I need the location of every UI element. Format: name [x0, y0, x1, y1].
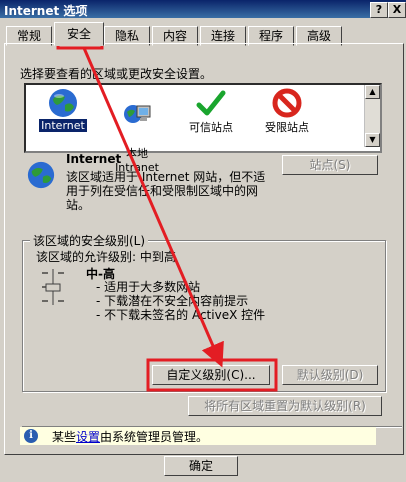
scroll-down-icon[interactable]: ▼ [365, 133, 380, 147]
zone-list: Internet 本地 Intranet 可信站点 受限站点 ▲ ▼ [24, 83, 382, 174]
zone-description: 该区域适用于 Internet 网站，但不适用于列在受信任和受限制区域中的网站。 [66, 170, 266, 212]
level-description: - 适用于大多数网站 - 下载潜在不安全内容前提示 - 不下载未签名的 Acti… [96, 280, 265, 322]
intranet-icon [124, 105, 151, 123]
tab-security[interactable]: 安全 [54, 22, 104, 46]
checkmark-icon [196, 90, 226, 116]
scroll-up-icon[interactable]: ▲ [365, 85, 380, 99]
restricted-icon [272, 88, 302, 118]
tab-strip: 常规 安全 隐私 内容 连接 程序 高级 [4, 22, 404, 46]
zone-item-trusted[interactable]: 可信站点 [176, 87, 246, 135]
info-icon: i [24, 429, 38, 443]
info-prefix: 某些 [52, 430, 77, 444]
title-bar: Internet 选项 ? X [0, 0, 406, 18]
info-text: 某些设置由系统管理员管理。 [52, 428, 208, 445]
ok-button[interactable]: 确定 [164, 456, 238, 476]
zone-prompt: 选择要查看的区域或更改安全设置。 [20, 67, 213, 81]
zone-item-restricted[interactable]: 受限站点 [252, 87, 322, 135]
security-level-slider[interactable] [38, 267, 68, 307]
info-bar: i 某些设置由系统管理员管理。 [20, 427, 376, 445]
sites-button[interactable]: 站点(S) [282, 155, 378, 175]
allowed-level: 该区域的允许级别: 中到高 [36, 250, 176, 264]
close-button[interactable]: X [388, 2, 406, 18]
zone-name: Internet [66, 152, 122, 166]
security-level-title: 该区域的安全级别(L) [30, 232, 149, 249]
info-suffix: 由系统管理员管理。 [100, 430, 209, 444]
default-level-button[interactable]: 默认级别(D) [282, 365, 378, 385]
reset-all-zones-button[interactable]: 将所有区域重置为默认级别(R) [188, 396, 382, 416]
level-item: - 不下载未签名的 ActiveX 控件 [96, 308, 266, 322]
help-button[interactable]: ? [370, 2, 388, 18]
level-item: - 适用于大多数网站 [96, 280, 201, 294]
zone-globe-icon [27, 161, 55, 189]
settings-link[interactable]: 设置 [76, 430, 100, 444]
zone-item-internet[interactable]: Internet [28, 87, 98, 132]
custom-level-button[interactable]: 自定义级别(C)... [152, 365, 270, 385]
zone-label-internet: Internet [39, 119, 87, 132]
level-item: - 下载潜在不安全内容前提示 [96, 294, 249, 308]
window-title: Internet 选项 [4, 4, 88, 18]
zone-list-scrollbar[interactable]: ▲ ▼ [364, 85, 380, 147]
zone-label-restricted: 受限站点 [265, 121, 309, 134]
zone-label-trusted: 可信站点 [189, 121, 233, 134]
globe-icon [49, 89, 77, 117]
